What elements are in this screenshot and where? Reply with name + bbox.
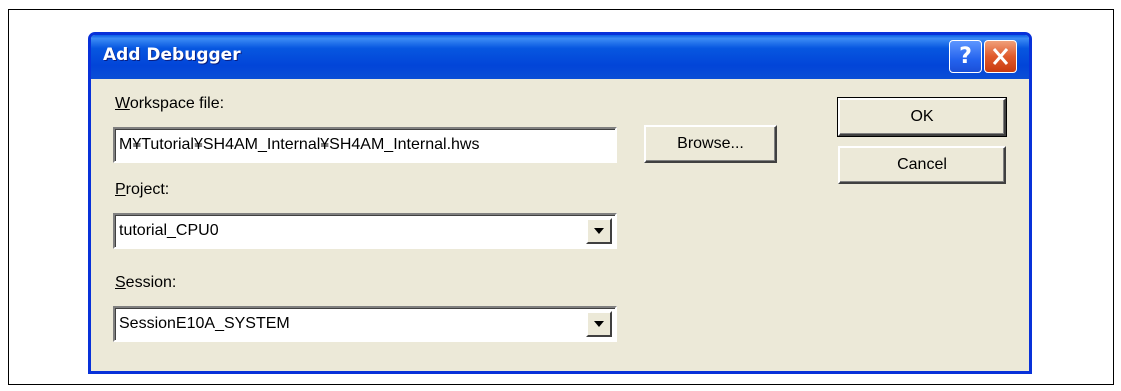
close-button[interactable] <box>984 40 1017 73</box>
browse-button[interactable]: Browse... <box>644 125 777 163</box>
ok-button[interactable]: OK <box>837 97 1007 137</box>
browse-button-label: Browse... <box>677 135 744 152</box>
title-bar[interactable]: Add Debugger ? <box>91 35 1029 79</box>
session-dropdown-button[interactable] <box>586 311 612 337</box>
session-select-value: SessionE10A_SYSTEM <box>119 315 290 332</box>
help-icon: ? <box>959 44 972 69</box>
help-button[interactable]: ? <box>949 40 982 73</box>
add-debugger-dialog: Add Debugger ? Workspace file: M¥Tutoria… <box>88 32 1032 374</box>
ok-button-label: OK <box>910 108 934 125</box>
workspace-file-label: Workspace file: <box>115 95 225 112</box>
cancel-button[interactable]: Cancel <box>838 146 1006 184</box>
chevron-down-icon <box>594 321 604 327</box>
session-label: Session: <box>115 274 177 291</box>
dialog-title: Add Debugger <box>103 45 241 65</box>
project-select[interactable]: tutorial_CPU0 <box>113 213 617 249</box>
project-dropdown-button[interactable] <box>586 218 612 244</box>
chevron-down-icon <box>594 228 604 234</box>
project-select-value: tutorial_CPU0 <box>119 222 219 239</box>
project-label: Project: <box>115 181 170 198</box>
close-icon <box>992 48 1009 65</box>
workspace-file-input[interactable]: M¥Tutorial¥SH4AM_Internal¥SH4AM_Internal… <box>113 127 617 163</box>
cancel-button-label: Cancel <box>897 156 947 173</box>
session-select[interactable]: SessionE10A_SYSTEM <box>113 306 617 342</box>
